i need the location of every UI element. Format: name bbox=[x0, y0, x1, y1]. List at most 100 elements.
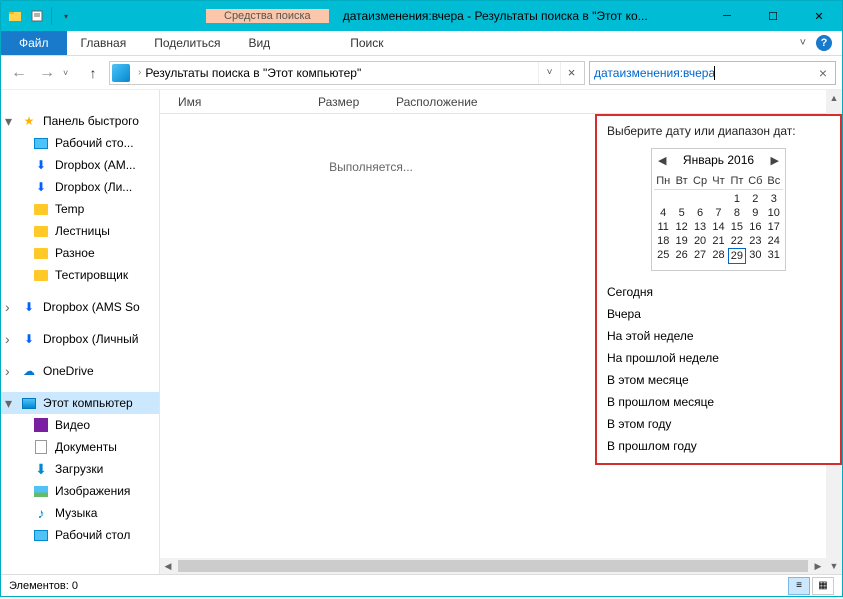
date-option[interactable]: В этом месяце bbox=[597, 369, 840, 391]
cal-day[interactable]: 13 bbox=[691, 220, 709, 234]
close-button[interactable]: ✕ bbox=[796, 1, 842, 31]
cal-day[interactable]: 28 bbox=[709, 248, 727, 264]
scroll-right-icon[interactable]: ▶ bbox=[810, 558, 826, 574]
cal-day[interactable]: 3 bbox=[765, 192, 783, 206]
sidebar-item-pictures[interactable]: Изображения bbox=[1, 480, 159, 502]
col-header-location[interactable]: Расположение bbox=[386, 95, 842, 109]
col-header-name[interactable]: Имя bbox=[160, 95, 308, 109]
sidebar-this-pc[interactable]: ▾Этот компьютер bbox=[1, 392, 159, 414]
cal-day[interactable]: 29 bbox=[728, 248, 746, 264]
cal-day[interactable]: 30 bbox=[746, 248, 764, 264]
ribbon-view[interactable]: Вид bbox=[234, 36, 284, 50]
sidebar-item[interactable]: Разное bbox=[1, 242, 159, 264]
date-option[interactable]: В этом году bbox=[597, 413, 840, 435]
explorer-icon bbox=[5, 6, 25, 26]
cal-day[interactable]: 6 bbox=[691, 206, 709, 220]
sidebar-onedrive[interactable]: ›☁OneDrive bbox=[1, 360, 159, 382]
sidebar-item[interactable]: Лестницы bbox=[1, 220, 159, 242]
ribbon-expand-icon[interactable]: ˅ bbox=[800, 37, 806, 49]
cal-day[interactable]: 31 bbox=[765, 248, 783, 264]
cal-day[interactable]: 1 bbox=[728, 192, 746, 206]
nav-history-dropdown[interactable]: ˅ bbox=[63, 68, 77, 78]
cal-day[interactable]: 10 bbox=[765, 206, 783, 220]
sidebar-dropbox-ams[interactable]: ›⬇Dropbox (AMS So bbox=[1, 296, 159, 318]
cal-prev-icon[interactable]: ◀ bbox=[658, 154, 666, 167]
ribbon-file[interactable]: Файл bbox=[1, 31, 67, 55]
cal-day[interactable]: 26 bbox=[672, 248, 690, 264]
cal-day[interactable]: 27 bbox=[691, 248, 709, 264]
search-clear-icon[interactable]: × bbox=[815, 65, 831, 81]
sidebar-item-downloads[interactable]: ⬇Загрузки bbox=[1, 458, 159, 480]
col-header-size[interactable]: Размер bbox=[308, 95, 386, 109]
maximize-button[interactable]: ☐ bbox=[750, 1, 796, 31]
sidebar-dropbox-personal[interactable]: ›⬇Dropbox (Личный bbox=[1, 328, 159, 350]
date-option[interactable]: В прошлом месяце bbox=[597, 391, 840, 413]
scroll-down-icon[interactable]: ▼ bbox=[826, 558, 842, 574]
cal-day[interactable]: 11 bbox=[654, 220, 672, 234]
cal-day[interactable]: 20 bbox=[691, 234, 709, 248]
cal-day[interactable]: 7 bbox=[709, 206, 727, 220]
qat-dropdown-icon[interactable]: ▾ bbox=[56, 6, 76, 26]
cal-day[interactable]: 23 bbox=[746, 234, 764, 248]
cal-day[interactable]: 8 bbox=[728, 206, 746, 220]
scroll-left-icon[interactable]: ◀ bbox=[160, 558, 176, 574]
cal-day[interactable]: 5 bbox=[672, 206, 690, 220]
calendar: ◀ Январь 2016 ▶ ПнВтСрЧтПтСбВс1234567891… bbox=[651, 148, 786, 271]
cal-day[interactable]: 4 bbox=[654, 206, 672, 220]
cal-day[interactable]: 12 bbox=[672, 220, 690, 234]
view-tiles-button[interactable]: ▦ bbox=[812, 577, 834, 595]
date-option[interactable]: Вчера bbox=[597, 303, 840, 325]
sidebar-item[interactable]: ⬇Dropbox (Ли... bbox=[1, 176, 159, 198]
sidebar-item[interactable]: Temp bbox=[1, 198, 159, 220]
properties-icon[interactable] bbox=[27, 6, 47, 26]
navbar: ← → ˅ ↑ › Результаты поиска в "Этот комп… bbox=[1, 56, 842, 90]
cal-day[interactable]: 9 bbox=[746, 206, 764, 220]
cal-day[interactable]: 21 bbox=[709, 234, 727, 248]
address-bar[interactable]: › Результаты поиска в "Этот компьютер" ˅… bbox=[109, 61, 585, 85]
sidebar-quick-access[interactable]: ▾★Панель быстрого bbox=[1, 110, 159, 132]
cal-dow: Вс bbox=[765, 173, 783, 190]
search-input[interactable]: датаизменения:вчера × bbox=[589, 61, 836, 85]
cal-day[interactable]: 14 bbox=[709, 220, 727, 234]
sidebar-item[interactable]: Тестировщик bbox=[1, 264, 159, 286]
sidebar-item[interactable]: ⬇Dropbox (AM... bbox=[1, 154, 159, 176]
ribbon: Файл Главная Поделиться Вид Поиск ˅ ? bbox=[1, 31, 842, 56]
cal-day[interactable]: 2 bbox=[746, 192, 764, 206]
sidebar-item-video[interactable]: Видео bbox=[1, 414, 159, 436]
sidebar-item-documents[interactable]: Документы bbox=[1, 436, 159, 458]
date-option[interactable]: В прошлом году bbox=[597, 435, 840, 457]
cal-day[interactable]: 16 bbox=[746, 220, 764, 234]
horizontal-scrollbar[interactable]: ◀ ▶ bbox=[160, 558, 826, 574]
cal-day[interactable]: 17 bbox=[765, 220, 783, 234]
scroll-thumb[interactable] bbox=[178, 560, 808, 572]
date-option[interactable]: На прошлой неделе bbox=[597, 347, 840, 369]
sidebar-item-desktop[interactable]: Рабочий стол bbox=[1, 524, 159, 546]
date-option[interactable]: Сегодня bbox=[597, 281, 840, 303]
cal-next-icon[interactable]: ▶ bbox=[771, 154, 779, 167]
refresh-icon[interactable]: × bbox=[560, 62, 582, 84]
cal-day[interactable]: 22 bbox=[728, 234, 746, 248]
search-tools-tab[interactable]: Средства поиска bbox=[206, 9, 329, 23]
nav-up-button[interactable]: ↑ bbox=[81, 61, 105, 85]
cal-day[interactable]: 24 bbox=[765, 234, 783, 248]
nav-back-button[interactable]: ← bbox=[7, 61, 31, 85]
ribbon-share[interactable]: Поделиться bbox=[140, 36, 234, 50]
sidebar-item-music[interactable]: ♪Музыка bbox=[1, 502, 159, 524]
ribbon-search[interactable]: Поиск bbox=[336, 36, 397, 50]
view-details-button[interactable]: ≡ bbox=[788, 577, 810, 595]
cal-day[interactable]: 15 bbox=[728, 220, 746, 234]
sidebar-item[interactable]: Рабочий сто... bbox=[1, 132, 159, 154]
cal-day[interactable]: 19 bbox=[672, 234, 690, 248]
cal-month[interactable]: Январь 2016 bbox=[683, 153, 754, 167]
nav-forward-button[interactable]: → bbox=[35, 61, 59, 85]
address-icon bbox=[112, 64, 130, 82]
address-dropdown-icon[interactable]: ˅ bbox=[538, 62, 560, 84]
help-icon[interactable]: ? bbox=[816, 35, 832, 51]
cal-day[interactable]: 25 bbox=[654, 248, 672, 264]
scroll-up-icon[interactable]: ▲ bbox=[826, 90, 842, 106]
date-option[interactable]: На этой неделе bbox=[597, 325, 840, 347]
cal-day[interactable]: 18 bbox=[654, 234, 672, 248]
ribbon-home[interactable]: Главная bbox=[67, 36, 141, 50]
breadcrumb-path[interactable]: Результаты поиска в "Этот компьютер" bbox=[145, 66, 361, 80]
minimize-button[interactable]: ─ bbox=[704, 1, 750, 31]
